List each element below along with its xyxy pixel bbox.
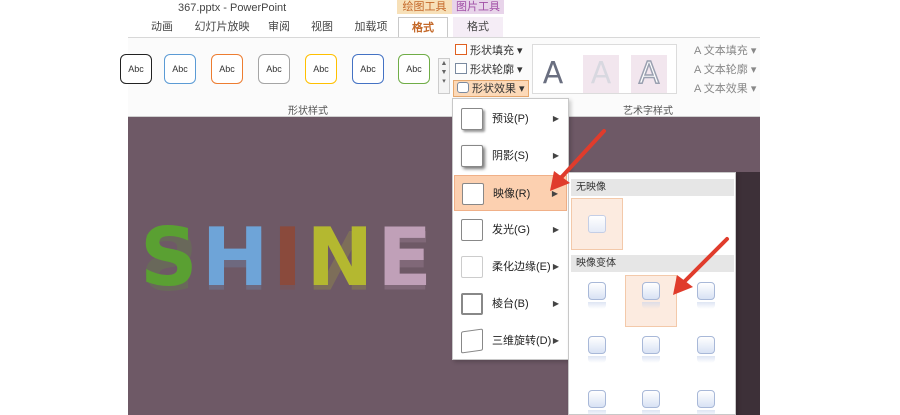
reflection-variation-thumb[interactable] xyxy=(697,336,715,363)
3d-rotation-icon xyxy=(461,328,483,354)
text-fill-button[interactable]: A 文本填充 ▾ xyxy=(694,42,756,60)
reflection-variation-thumb[interactable] xyxy=(588,282,606,309)
tab-format-drawing[interactable]: 格式 xyxy=(398,17,448,37)
shape-outline-button[interactable]: 形状轮廓 ▾ xyxy=(455,62,523,79)
menu-item-bevel[interactable]: 棱台(B) ▶ xyxy=(454,286,567,322)
no-reflection-thumb xyxy=(588,215,606,233)
shape-style-thumb-7[interactable]: Abc xyxy=(398,54,430,84)
submenu-arrow-icon: ▶ xyxy=(551,189,558,198)
gallery-scroll-buttons[interactable]: ▲ ▼ ▾ xyxy=(438,58,450,94)
soft-edges-icon xyxy=(461,256,483,278)
shape-effects-menu: 预设(P) ▶ 阴影(S) ▶ 映像(R) ▶ 发光(G) ▶ 柔化边缘(E) … xyxy=(452,98,569,360)
glow-effect-icon xyxy=(461,219,483,241)
shadow-effect-icon xyxy=(461,145,483,167)
title-bar: 367.pptx - PowerPoint 绘图工具 图片工具 xyxy=(0,0,900,18)
submenu-arrow-icon: ▶ xyxy=(552,151,559,160)
text-effects-label: 文本效果 xyxy=(703,83,748,95)
menu-item-label: 阴影(S) xyxy=(492,150,529,162)
shape-effects-icon xyxy=(457,82,469,93)
section-header-reflection-variations: 映像变体 xyxy=(571,255,734,272)
shape-style-thumb-1[interactable]: Abc xyxy=(120,54,152,84)
bevel-effect-icon xyxy=(461,293,483,315)
menu-item-label: 映像(R) xyxy=(493,188,531,200)
context-group-drawing-tools: 绘图工具 xyxy=(397,0,452,14)
submenu-arrow-icon: ▶ xyxy=(552,225,559,234)
text-effects-icon: A xyxy=(694,83,701,95)
menu-item-3d-rotation[interactable]: 三维旋转(D) ▶ xyxy=(454,323,567,359)
context-group-picture-tools: 图片工具 xyxy=(452,0,504,14)
reflection-variation-thumb[interactable] xyxy=(697,282,715,309)
submenu-arrow-icon: ▶ xyxy=(552,299,559,308)
menu-item-preset[interactable]: 预设(P) ▶ xyxy=(454,101,567,137)
menu-item-label: 发光(G) xyxy=(492,224,530,236)
shape-style-thumb-3[interactable]: Abc xyxy=(211,54,243,84)
reflection-variation-thumb[interactable] xyxy=(642,336,660,363)
reflection-effect-icon xyxy=(462,183,484,205)
shape-style-thumb-5[interactable]: Abc xyxy=(305,54,337,84)
pencil-outline-icon xyxy=(455,63,467,74)
text-outline-button[interactable]: A 文本轮廓 ▾ xyxy=(694,61,756,79)
wordart-style-3[interactable]: A xyxy=(631,55,667,93)
tab-view[interactable]: 视图 xyxy=(306,17,338,37)
reflection-option-none[interactable] xyxy=(571,198,623,250)
submenu-arrow-icon: ▶ xyxy=(552,336,559,345)
menu-item-label: 棱台(B) xyxy=(492,298,529,310)
menu-item-label: 三维旋转(D) xyxy=(492,335,552,347)
shape-style-thumb-4[interactable]: Abc xyxy=(258,54,290,84)
group-label-shape-styles: 形状样式 xyxy=(288,106,328,117)
shape-effects-button[interactable]: 形状效果 ▾ xyxy=(453,80,529,97)
submenu-arrow-icon: ▶ xyxy=(552,114,559,123)
wordart-style-2[interactable]: A xyxy=(583,55,619,93)
text-outline-label: 文本轮廓 xyxy=(703,64,748,76)
shape-style-thumb-6[interactable]: Abc xyxy=(352,54,384,84)
wordart-style-gallery: A A A xyxy=(532,44,677,94)
menu-item-shadow[interactable]: 阴影(S) ▶ xyxy=(454,138,567,174)
menu-item-label: 预设(P) xyxy=(492,113,529,125)
shape-effects-label: 形状效果 xyxy=(472,83,516,95)
reflection-variation-thumb[interactable] xyxy=(588,390,606,415)
tab-format-picture[interactable]: 格式 xyxy=(453,17,503,37)
shape-outline-label: 形状轮廓 xyxy=(470,64,514,76)
window-title: 367.pptx - PowerPoint xyxy=(178,2,287,14)
group-label-wordart-styles: 艺术字样式 xyxy=(623,106,673,117)
tab-addins[interactable]: 加载项 xyxy=(350,17,392,37)
menu-item-label: 柔化边缘(E) xyxy=(492,261,551,273)
shape-fill-label: 形状填充 xyxy=(470,45,514,57)
section-header-no-reflection: 无映像 xyxy=(571,179,734,196)
tab-slideshow[interactable]: 幻灯片放映 xyxy=(190,17,254,37)
tab-review[interactable]: 审阅 xyxy=(263,17,295,37)
text-fill-label: 文本填充 xyxy=(703,45,748,57)
shape-style-thumb-2[interactable]: Abc xyxy=(164,54,196,84)
shape-fill-button[interactable]: 形状填充 ▾ xyxy=(455,43,523,60)
menu-item-glow[interactable]: 发光(G) ▶ xyxy=(454,212,567,248)
slide-canvas-edge xyxy=(735,172,760,415)
text-fill-icon: A xyxy=(694,45,701,57)
text-effects-button[interactable]: A 文本效果 ▾ xyxy=(694,80,756,98)
text-outline-icon: A xyxy=(694,64,701,76)
reflection-variation-thumb[interactable] xyxy=(642,390,660,415)
menu-item-reflection[interactable]: 映像(R) ▶ xyxy=(454,175,567,211)
preset-effect-icon xyxy=(461,108,483,130)
menu-item-soft-edges[interactable]: 柔化边缘(E) ▶ xyxy=(454,249,567,285)
paint-bucket-icon xyxy=(455,44,467,55)
tab-animations[interactable]: 动画 xyxy=(146,17,178,37)
reflection-variation-thumb[interactable] xyxy=(588,336,606,363)
submenu-arrow-icon: ▶ xyxy=(552,262,559,271)
reflection-variation-thumb[interactable] xyxy=(642,282,660,309)
reflection-variation-thumb[interactable] xyxy=(697,390,715,415)
wordart-style-1[interactable]: A xyxy=(535,55,571,93)
slide-word-art-reflection: SHINE xyxy=(140,212,436,305)
